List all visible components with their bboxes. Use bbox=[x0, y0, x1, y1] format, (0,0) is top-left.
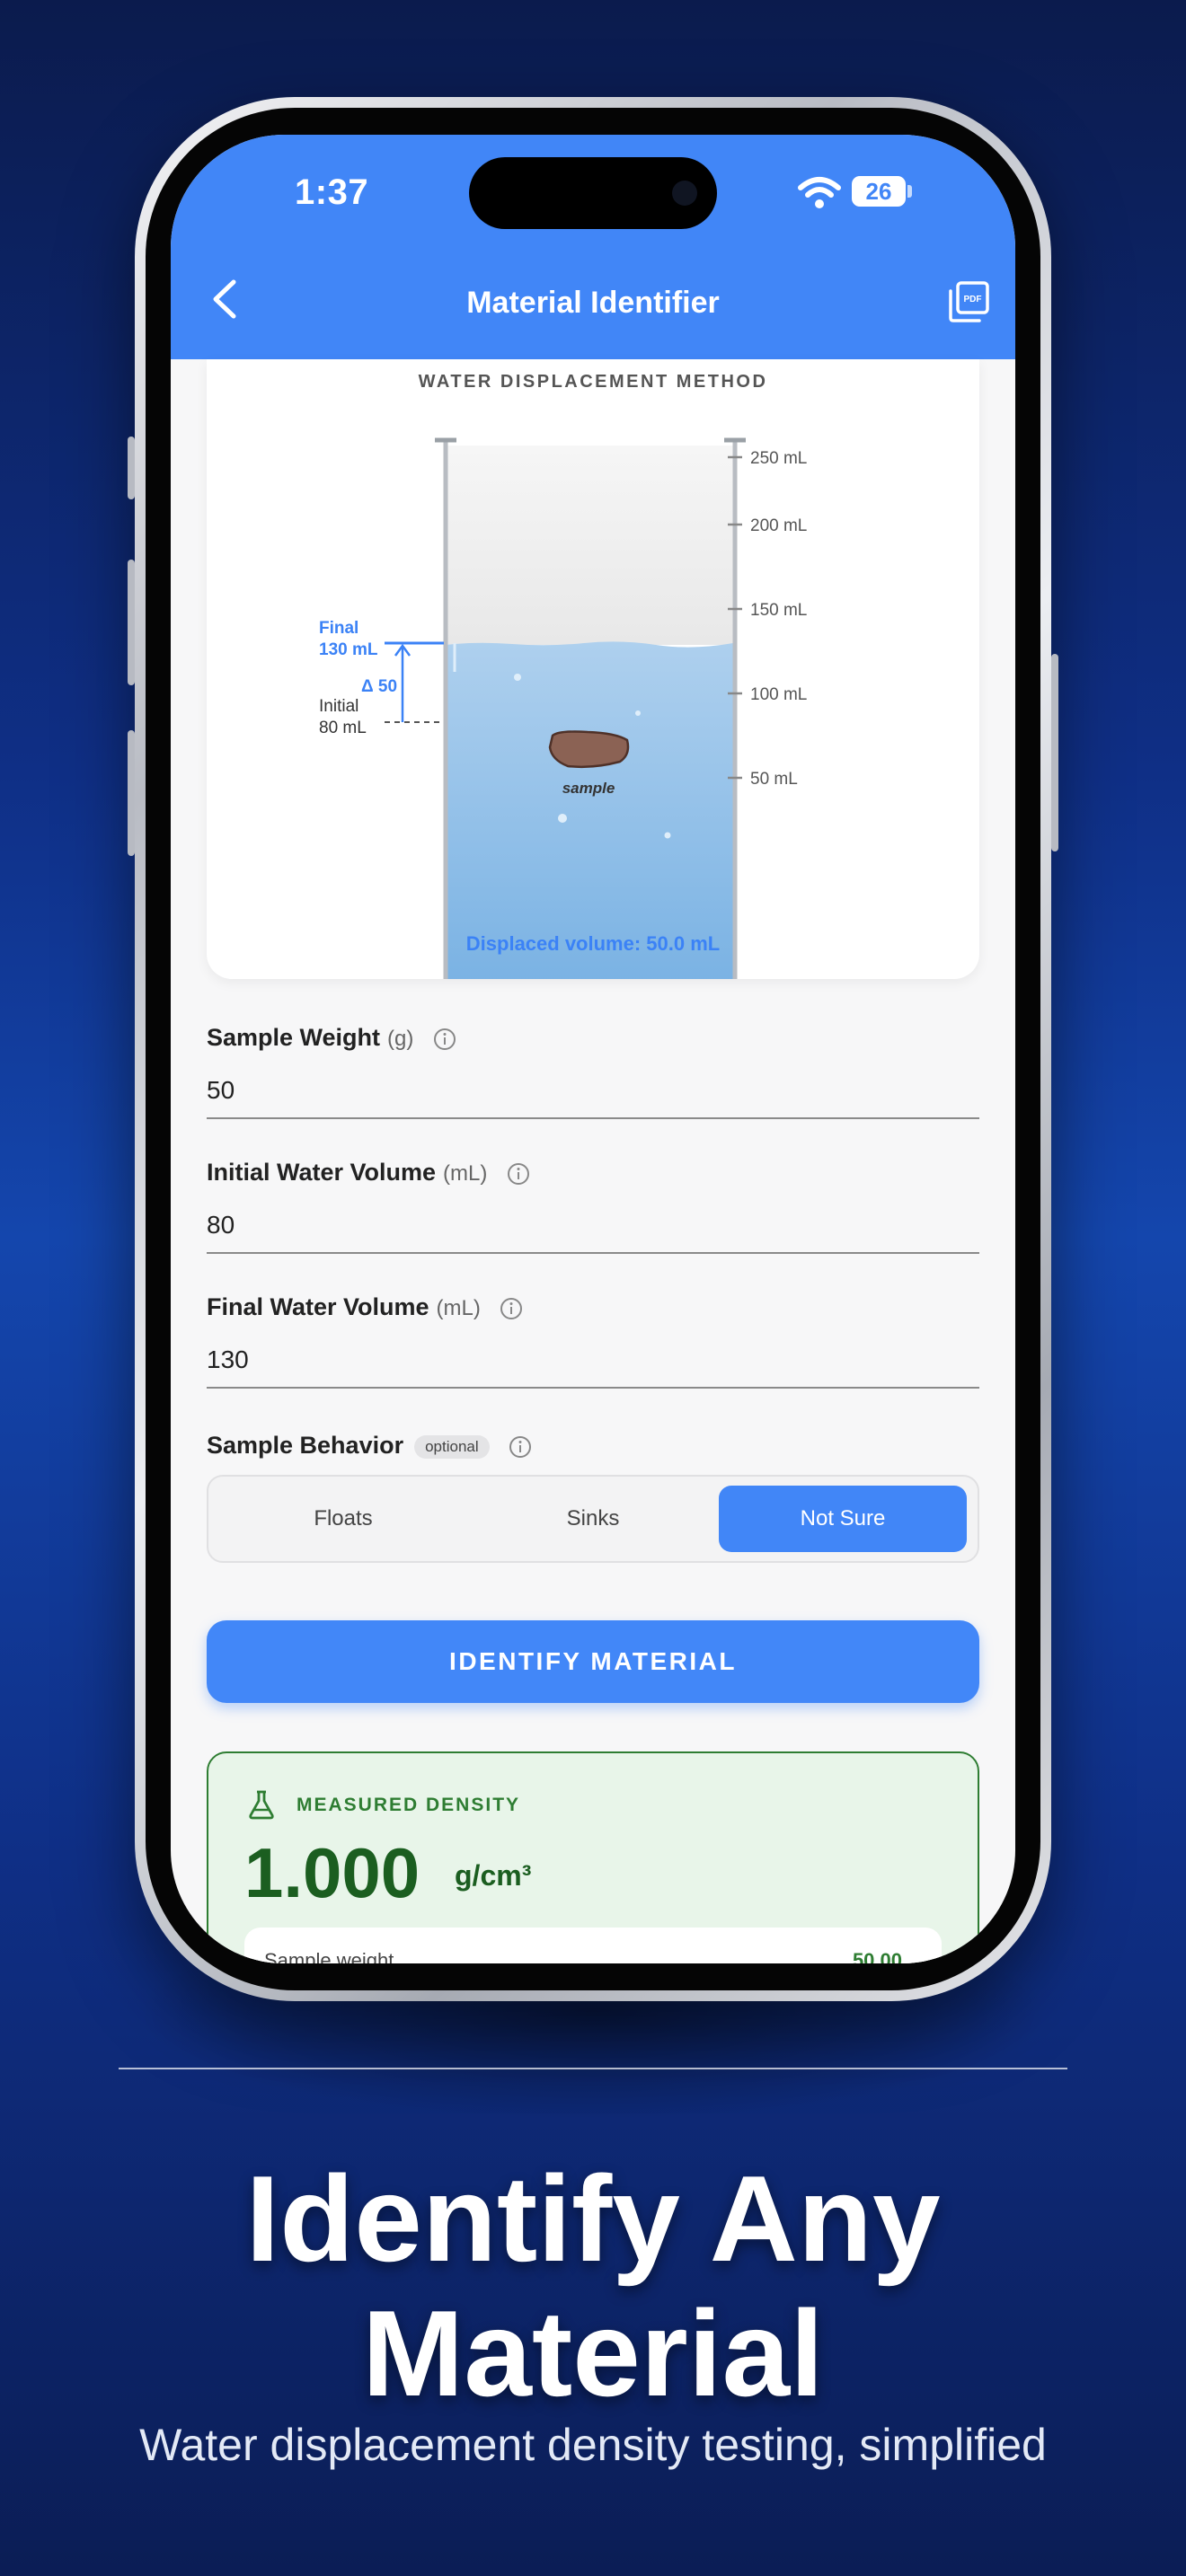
initial-volume-input[interactable] bbox=[207, 1198, 979, 1254]
scale-label: 200 mL bbox=[750, 516, 807, 535]
result-row-value: 50.00 bbox=[852, 1949, 902, 1963]
sample-weight-unit: (g) bbox=[387, 1027, 414, 1051]
dynamic-island bbox=[469, 157, 717, 229]
scale-label: 250 mL bbox=[750, 449, 807, 468]
headline-line-1: Identify Any bbox=[245, 2150, 941, 2287]
final-volume-unit: (mL) bbox=[436, 1296, 481, 1320]
headline-line-2: Material bbox=[362, 2285, 824, 2422]
beaker-air bbox=[446, 446, 733, 645]
sample-weight-title: Sample Weight bbox=[207, 1024, 381, 1051]
sample-weight-input[interactable] bbox=[207, 1063, 979, 1119]
behavior-option-sinks[interactable]: Sinks bbox=[469, 1486, 717, 1552]
density-result-card: MEASURED DENSITY 1.000 g/cm³ Sample weig… bbox=[207, 1751, 979, 1963]
initial-volume-label: Initial Water Volume (mL) bbox=[207, 1159, 530, 1187]
app-header: 1:37 26 Material Identifier PDF bbox=[171, 135, 1015, 359]
scale-labels: 250 mL 200 mL 150 mL 100 mL 50 mL bbox=[750, 449, 807, 789]
scale-label: 150 mL bbox=[750, 601, 807, 620]
initial-value: 80 mL bbox=[319, 719, 367, 737]
final-label: Final bbox=[319, 619, 358, 638]
svg-text:PDF: PDF bbox=[964, 295, 982, 304]
volume-down-button bbox=[128, 730, 135, 856]
water-fill bbox=[446, 641, 733, 979]
sample-behavior-selector: Floats Sinks Not Sure bbox=[207, 1475, 979, 1563]
behavior-option-floats[interactable]: Floats bbox=[219, 1486, 467, 1552]
final-volume-input[interactable] bbox=[207, 1333, 979, 1389]
info-icon[interactable] bbox=[509, 1435, 532, 1459]
initial-volume-unit: (mL) bbox=[443, 1161, 488, 1186]
beaker-diagram: 250 mL 200 mL 150 mL 100 mL 50 mL sample bbox=[319, 437, 807, 979]
pdf-export-icon[interactable]: PDF bbox=[947, 280, 990, 323]
density-unit: g/cm³ bbox=[455, 1859, 532, 1892]
result-row-key: Sample weight bbox=[264, 1949, 394, 1963]
initial-label: Initial bbox=[319, 697, 358, 716]
flask-icon bbox=[249, 1790, 274, 1820]
displacement-card: WATER DISPLACEMENT METHOD 250 mL 200 mL … bbox=[207, 359, 979, 979]
marketing-headline: Identify Any Material bbox=[0, 2151, 1186, 2421]
info-icon[interactable] bbox=[433, 1028, 456, 1051]
sample-behavior-label: Sample Behavior optional bbox=[207, 1432, 532, 1460]
scale-label: 50 mL bbox=[750, 770, 798, 789]
measured-density-label: MEASURED DENSITY bbox=[296, 1795, 521, 1815]
final-volume-label: Final Water Volume (mL) bbox=[207, 1293, 523, 1321]
sample-object bbox=[548, 730, 630, 769]
info-icon[interactable] bbox=[507, 1162, 530, 1186]
battery-indicator: 26 bbox=[852, 176, 906, 207]
sample-behavior-title: Sample Behavior bbox=[207, 1432, 404, 1459]
app-screen: 1:37 26 Material Identifier PDF WATER DI… bbox=[171, 135, 1015, 1963]
final-value: 130 mL bbox=[319, 640, 378, 659]
density-value: 1.000 bbox=[244, 1833, 420, 1912]
final-volume-title: Final Water Volume bbox=[207, 1293, 429, 1320]
page-title: Material Identifier bbox=[466, 286, 720, 320]
result-detail-row: Sample weight 50.00 bbox=[244, 1928, 942, 1963]
initial-volume-title: Initial Water Volume bbox=[207, 1159, 437, 1186]
status-time: 1:37 bbox=[295, 172, 369, 212]
mute-switch bbox=[128, 437, 135, 499]
battery-cap bbox=[907, 185, 912, 198]
front-camera bbox=[672, 181, 697, 206]
behavior-option-not-sure[interactable]: Not Sure bbox=[719, 1486, 967, 1552]
optional-badge: optional bbox=[414, 1434, 490, 1459]
wifi-icon bbox=[798, 177, 841, 208]
sample-weight-label: Sample Weight (g) bbox=[207, 1024, 456, 1052]
power-button bbox=[1051, 654, 1058, 851]
sample-label: sample bbox=[562, 780, 615, 797]
divider bbox=[119, 2068, 1067, 2069]
volume-up-button bbox=[128, 560, 135, 685]
marketing-subline: Water displacement density testing, simp… bbox=[139, 2420, 1047, 2470]
displaced-volume-text: Displaced volume: 50.0 mL bbox=[465, 932, 721, 955]
info-icon[interactable] bbox=[500, 1297, 523, 1320]
delta-label: Δ 50 bbox=[361, 677, 397, 696]
scale-label: 100 mL bbox=[750, 685, 807, 704]
identify-material-button[interactable]: IDENTIFY MATERIAL bbox=[207, 1620, 979, 1703]
